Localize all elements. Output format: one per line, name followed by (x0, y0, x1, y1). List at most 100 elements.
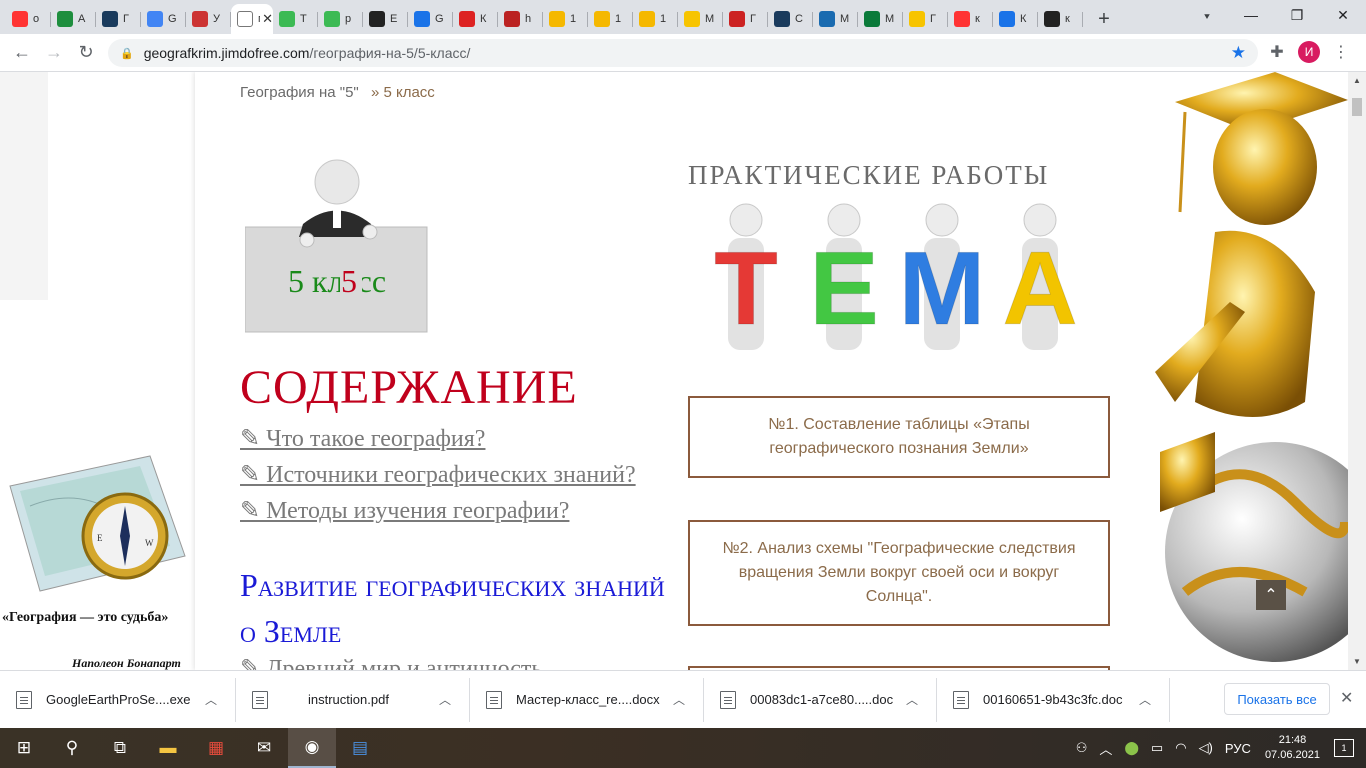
tab-title: 1 (615, 13, 622, 25)
tray-app-icon[interactable]: ⬤ (1124, 740, 1139, 756)
practical-work-link[interactable]: №1. Составление таблицы «Этапы географич… (688, 396, 1110, 478)
toc-item[interactable]: ✎ Что такое география? (240, 421, 670, 457)
mail-icon[interactable]: ✉ (240, 728, 288, 768)
windows-start-icon[interactable]: ⊞ (0, 728, 48, 768)
browser-tab[interactable]: к (948, 4, 993, 34)
browser-tab[interactable]: У (186, 4, 231, 34)
browser-tab[interactable]: 1 (543, 4, 588, 34)
people-icon[interactable]: ⚇ (1076, 740, 1088, 756)
toc-list: ✎ Что такое география? ✎ Источники геогр… (240, 421, 670, 529)
input-language[interactable]: РУС (1225, 741, 1251, 756)
scroll-down-arrow-icon[interactable]: ▼ (1353, 657, 1361, 666)
forward-button[interactable]: → (38, 37, 70, 69)
tab-title: К (480, 13, 487, 25)
scroll-up-arrow-icon[interactable]: ▲ (1353, 76, 1361, 85)
chevron-up-icon[interactable]: ︿ (205, 691, 217, 708)
close-window-button[interactable]: ✕ (1320, 0, 1366, 30)
chevron-up-icon[interactable]: ︿ (673, 691, 685, 708)
browser-tab[interactable]: T (273, 4, 318, 34)
minimize-button[interactable]: — (1228, 0, 1274, 30)
tab-title: К (1020, 13, 1027, 25)
task-view-icon[interactable]: ⧉ (96, 728, 144, 768)
browser-tab[interactable]: к (1038, 4, 1083, 34)
profile-avatar[interactable]: И (1298, 41, 1320, 63)
browser-tab[interactable]: М (858, 4, 903, 34)
download-item[interactable]: instruction.pdf ︿ (236, 677, 470, 722)
page-scrollbar[interactable]: ▲ ▼ (1348, 72, 1366, 670)
word-icon[interactable]: ▤ (336, 728, 384, 768)
download-item[interactable]: GoogleEarthProSe....exe ︿ (0, 677, 236, 722)
bookmark-star-icon[interactable]: ★ (1231, 43, 1246, 63)
volume-icon[interactable]: ◁) (1199, 740, 1213, 756)
toc-link[interactable]: ✎ Что такое география? (240, 426, 485, 452)
toc-subheading: Развитие географических знаний о Земле (240, 567, 665, 649)
breadcrumb-current[interactable]: » 5 класс (371, 84, 435, 101)
browser-tab[interactable]: о (6, 4, 51, 34)
clock[interactable]: 21:48 07.06.2021 (1265, 733, 1320, 763)
address-bar[interactable]: 🔒 geografkrim.jimdofree.com/география-на… (108, 39, 1258, 67)
download-item[interactable]: 00160651-9b43c3fc.doc ︿ (937, 677, 1170, 722)
s-icon (369, 11, 385, 27)
browser-tab[interactable]: Г (723, 4, 768, 34)
browser-tab[interactable]: р (318, 4, 363, 34)
notifications-icon[interactable]: 1 (1334, 739, 1354, 757)
file-explorer-icon[interactable]: ▬ (144, 728, 192, 768)
extensions-puzzle-icon[interactable]: ✚ (1262, 37, 1292, 67)
chevron-up-icon[interactable]: ︿ (906, 691, 918, 708)
browser-tab[interactable]: 1 (633, 4, 678, 34)
back-button[interactable]: ← (6, 37, 38, 69)
i-icon (909, 11, 925, 27)
menu-kebab-icon[interactable]: ⋮ (1326, 37, 1356, 67)
store-icon[interactable]: ▦ (192, 728, 240, 768)
toc-link[interactable]: ✎ Источники географических знаний? (240, 462, 636, 488)
browser-tab[interactable]: К (993, 4, 1038, 34)
toc-link[interactable]: ✎ Методы изучения географии? (240, 498, 569, 524)
browser-tab[interactable]: М (813, 4, 858, 34)
browser-tab[interactable]: G (141, 4, 186, 34)
download-item[interactable]: 00083dc1-a7ce80.....doc ︿ (704, 677, 937, 722)
breadcrumb: География на "5" » 5 класс (240, 84, 435, 101)
search-icon[interactable]: ⚲ (48, 728, 96, 768)
browser-tab[interactable]: G (408, 4, 453, 34)
browser-tab[interactable]: К (453, 4, 498, 34)
practical-work-link[interactable]: №2. Анализ схемы "Географические следств… (688, 520, 1110, 626)
breadcrumb-home-link[interactable]: География на "5" (240, 84, 359, 101)
show-all-downloads-button[interactable]: Показать все (1224, 683, 1330, 715)
scroll-to-top-button[interactable]: ⌃ (1256, 580, 1286, 610)
lock-icon[interactable]: 🔒 (120, 47, 134, 60)
close-download-bar-icon[interactable]: ✕ (1340, 688, 1353, 708)
scrollbar-thumb[interactable] (1352, 98, 1362, 116)
close-tab-icon[interactable]: ✕ (262, 11, 273, 27)
tab-search-icon[interactable]: ⯆ (1196, 7, 1218, 27)
browser-tab[interactable]: h (498, 4, 543, 34)
browser-tab[interactable]: С (768, 4, 813, 34)
toc-item[interactable]: ✎ Источники географических знаний? (240, 457, 670, 493)
browser-tab[interactable]: М (678, 4, 723, 34)
maximize-button[interactable]: ❐ (1274, 0, 1320, 30)
network-icon[interactable]: ◠ (1175, 740, 1186, 756)
tema-image: ТЕМА (714, 203, 1076, 350)
browser-tab[interactable]: E (363, 4, 408, 34)
chrome-icon[interactable]: ◉ (288, 728, 336, 768)
map-compass-image: E W (9, 455, 186, 592)
windows-taskbar: ⊞ ⚲ ⧉ ▬ ▦ ✉ ◉ ▤ ⚇ ︿ ⬤ ▭ ◠ ◁) РУС 21:48 0… (0, 728, 1366, 768)
new-tab-button[interactable]: + (1089, 4, 1119, 34)
browser-tab[interactable]: пр✕ (231, 4, 273, 34)
toc-link[interactable]: ✎ Древний мир и античность (240, 654, 542, 670)
system-tray: ⚇ ︿ ⬤ ▭ ◠ ◁) РУС 21:48 07.06.2021 1 (1070, 728, 1366, 768)
tray-chevron-up-icon[interactable]: ︿ (1099, 739, 1112, 758)
reload-button[interactable]: ↻ (70, 37, 102, 69)
chevron-up-icon[interactable]: ︿ (1139, 691, 1151, 708)
browser-tab[interactable]: Г (96, 4, 141, 34)
svg-text:W: W (145, 538, 154, 548)
url-path: /география-на-5/5-класс/ (309, 45, 471, 61)
download-item[interactable]: Мастер-класс_re....docx ︿ (470, 677, 704, 722)
left-decoration: E W «География — это судьба» Наполеон Бо… (0, 72, 195, 670)
browser-tab[interactable]: Г (903, 4, 948, 34)
battery-icon[interactable]: ▭ (1151, 740, 1163, 756)
chevron-up-icon[interactable]: ︿ (439, 691, 451, 708)
browser-tab[interactable]: А (51, 4, 96, 34)
page-icon (237, 11, 253, 27)
toc-item[interactable]: ✎ Методы изучения географии? (240, 493, 670, 529)
browser-tab[interactable]: 1 (588, 4, 633, 34)
